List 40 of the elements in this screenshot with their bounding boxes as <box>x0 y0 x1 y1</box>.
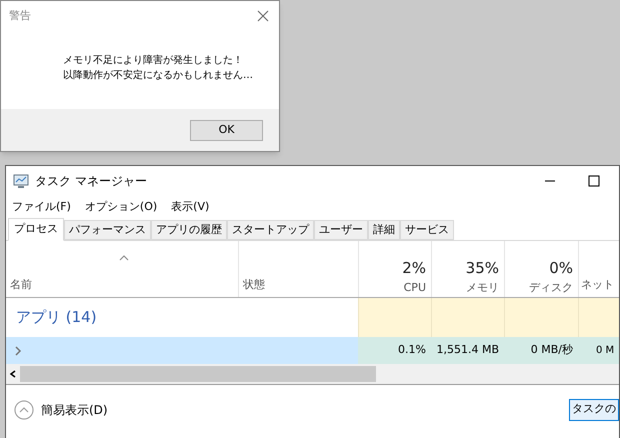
tab[interactable]: ユーザー <box>314 220 368 240</box>
table-cell-text: 0 MB/秒 <box>530 342 573 358</box>
column-header[interactable]: ネット <box>581 276 619 293</box>
scroll-left-icon[interactable] <box>8 369 18 379</box>
collapse-circle-icon[interactable] <box>14 400 34 420</box>
window-title: タスク マネージャー <box>35 173 147 190</box>
column-percent: 2% <box>402 258 426 279</box>
ok-button[interactable]: OK <box>190 120 263 140</box>
process-row[interactable]: 0.1% 1,551.4 MB 0 MB/秒 0 M <box>6 337 619 364</box>
expand-chevron-icon[interactable] <box>14 346 22 356</box>
group-heading: アプリ (14) <box>16 307 97 328</box>
close-icon[interactable] <box>257 10 269 22</box>
column-percent: 35% <box>466 258 499 279</box>
tab[interactable]: スタートアップ <box>227 220 314 240</box>
dialog-title: 警告 <box>9 8 31 24</box>
column-percent: 0% <box>549 258 573 279</box>
tab[interactable]: サービス <box>400 220 454 240</box>
tab[interactable]: アプリの履歴 <box>151 220 227 240</box>
tab[interactable]: パフォーマンス <box>64 220 151 240</box>
monitor-icon <box>13 174 29 188</box>
column-header[interactable]: ディスク <box>529 280 573 296</box>
table-cell-text: 1,551.4 MB <box>436 342 499 358</box>
end-task-button[interactable]: タスクの <box>569 398 619 420</box>
menu-item[interactable]: オプション(O) <box>84 198 158 216</box>
sort-caret-icon <box>119 255 129 261</box>
dialog-message: メモリ不足により障害が発生しました！ <box>63 54 244 68</box>
menu-item[interactable]: 表示(V) <box>171 198 210 216</box>
dialog-message: 以降動作が不安定になるかもしれません… <box>63 68 254 83</box>
fewer-details-link[interactable]: 簡易表示(D) <box>41 400 108 418</box>
column-header[interactable]: 名前 <box>10 276 238 293</box>
scrollbar-thumb[interactable] <box>20 366 376 382</box>
column-header[interactable]: CPU <box>404 280 426 296</box>
menu-item[interactable]: ファイル(F) <box>12 198 71 216</box>
table-cell-text: 0 M <box>596 344 614 358</box>
tab[interactable]: 詳細 <box>368 220 400 240</box>
column-header[interactable]: 状態 <box>243 276 358 293</box>
column-header[interactable]: メモリ <box>466 280 499 296</box>
tab[interactable]: プロセス <box>8 218 64 241</box>
maximize-icon[interactable] <box>588 175 600 187</box>
table-cell-text: 0.1% <box>398 342 426 358</box>
